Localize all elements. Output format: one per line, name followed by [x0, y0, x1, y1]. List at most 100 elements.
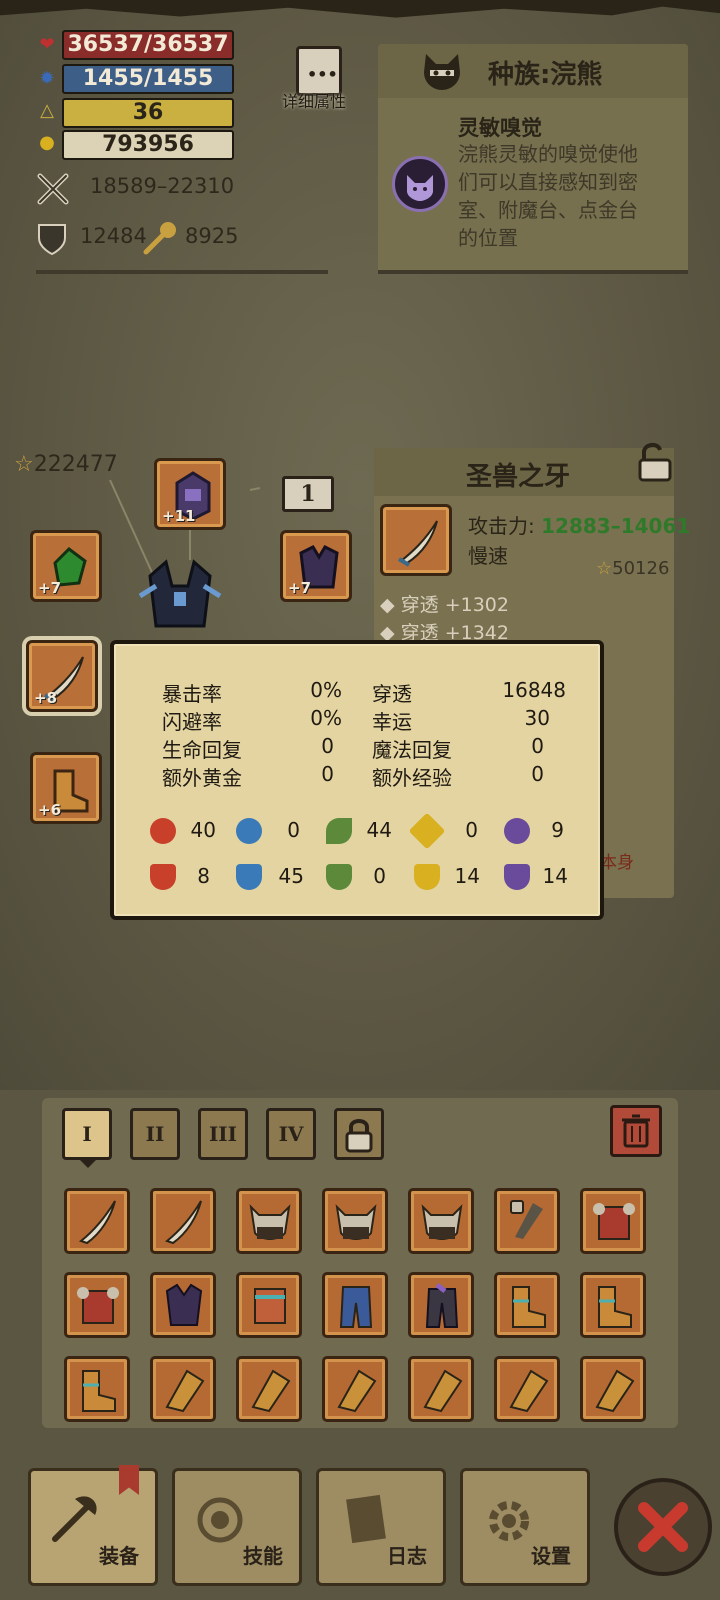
inventory-item[interactable]	[580, 1188, 646, 1254]
nav-log-label: 日志	[387, 1544, 427, 1568]
dark-defense-icon	[504, 864, 530, 890]
magic-wand-icon	[140, 218, 180, 258]
light-attack-value: 0	[465, 818, 478, 842]
inventory-item-locked[interactable]	[494, 1188, 560, 1254]
item-preview-slot	[380, 504, 452, 576]
gauntlet-icon	[595, 1369, 635, 1413]
nature-attack-icon	[326, 818, 352, 844]
gauntlet-icon	[251, 1369, 291, 1413]
inventory-item[interactable]	[580, 1272, 646, 1338]
fang-blade-icon	[164, 1200, 202, 1245]
bookmark-icon	[119, 1465, 139, 1495]
item-score-value: 50126	[612, 558, 670, 579]
shield-icon	[36, 222, 68, 256]
extra-exp-label: 额外经验	[372, 766, 452, 790]
inventory-item[interactable]	[64, 1356, 130, 1422]
horned-helmet-icon	[421, 1204, 463, 1240]
gloves-upgrade-badge: +7	[38, 579, 62, 597]
item-attack-line: 攻击力: 12883–14061	[468, 510, 690, 539]
crit-rate-value: 0%	[310, 678, 342, 702]
item-affix-1: ◆ 穿透 +1302	[380, 590, 509, 617]
active-tab-indicator	[80, 1160, 96, 1168]
defense-value: 12484	[80, 224, 147, 248]
nav-skills-tab[interactable]: 技能	[172, 1468, 302, 1586]
nature-attack-value: 44	[366, 818, 392, 842]
inventory-item[interactable]	[236, 1188, 302, 1254]
inventory-item[interactable]	[64, 1188, 130, 1254]
stats-divider	[36, 270, 328, 274]
crit-rate-label: 暴击率	[162, 682, 222, 706]
luck-label: 幸运	[372, 710, 412, 734]
nav-equipment-tab[interactable]: 装备	[28, 1465, 158, 1586]
affix-bullet-icon: ◆	[380, 594, 401, 616]
item-side-text: 本身	[600, 853, 634, 873]
close-button[interactable]	[614, 1478, 712, 1576]
star-icon: ☆	[14, 452, 34, 477]
inventory-tab-1[interactable]: I	[62, 1108, 112, 1160]
detail-attributes-label: 详细属性	[282, 92, 347, 111]
water-attack-icon	[236, 818, 262, 844]
lock-icon	[345, 1119, 373, 1153]
inventory-item[interactable]	[322, 1188, 388, 1254]
dark-attack-value: 9	[551, 818, 564, 842]
mp-bar: 1455/1455	[62, 64, 234, 94]
weapon-slot[interactable]: +8	[26, 640, 98, 712]
dots-icon: •••	[307, 65, 338, 84]
extra-exp-value: 0	[531, 762, 544, 786]
inventory-item-locked[interactable]	[150, 1272, 216, 1338]
helmet-upgrade-badge: +11	[162, 507, 196, 525]
armor-slot[interactable]: +7	[280, 530, 352, 602]
inventory-item[interactable]	[236, 1356, 302, 1422]
inventory-tab-2[interactable]: II	[130, 1108, 180, 1160]
inventory-item[interactable]	[236, 1272, 302, 1338]
inventory-item[interactable]	[494, 1272, 560, 1338]
nav-settings-tab[interactable]: 设置	[460, 1468, 590, 1586]
luck-value: 30	[524, 706, 550, 730]
item-speed: 慢速	[468, 544, 508, 568]
inventory-item[interactable]	[64, 1272, 130, 1338]
inventory-item[interactable]	[408, 1356, 474, 1422]
inventory-tab-4[interactable]: IV	[266, 1108, 316, 1160]
mp-regen-label: 魔法回复	[372, 738, 452, 762]
inventory-tab-3[interactable]: III	[198, 1108, 248, 1160]
gloves-slot[interactable]: +7	[30, 530, 102, 602]
level-bar: 36	[62, 98, 234, 128]
inventory-item[interactable]	[408, 1188, 474, 1254]
inventory-item[interactable]	[580, 1356, 646, 1422]
boots-icon	[598, 1286, 632, 1328]
boots-icon	[512, 1286, 546, 1328]
inventory-item[interactable]	[150, 1356, 216, 1422]
nav-log-tab[interactable]: 日志	[316, 1468, 446, 1586]
race-title: 种族:浣熊	[488, 60, 603, 90]
fire-attack-icon	[150, 818, 176, 844]
trash-button[interactable]	[610, 1105, 662, 1157]
nav-skills-label: 技能	[243, 1544, 283, 1568]
inventory-item[interactable]	[322, 1356, 388, 1422]
gauntlet-icon	[509, 1369, 549, 1413]
attack-range: 18589–22310	[90, 174, 235, 198]
horned-helmet-icon	[335, 1204, 377, 1240]
dark-pants-icon	[425, 1283, 459, 1328]
boots-slot[interactable]: +6	[30, 752, 102, 824]
fang-blade-icon	[78, 1200, 116, 1245]
helmet-slot[interactable]: +11	[154, 458, 226, 530]
light-defense-icon	[414, 864, 440, 890]
gauntlet-icon	[165, 1369, 205, 1413]
keen-smell-skill-icon[interactable]	[392, 156, 448, 212]
gauntlet-icon	[423, 1369, 463, 1413]
fang-blade-preview-icon	[397, 520, 438, 567]
inventory-tab-locked[interactable]	[334, 1108, 384, 1160]
nature-defense-icon	[326, 864, 352, 890]
inventory-item[interactable]	[322, 1272, 388, 1338]
water-defense-value: 45	[278, 864, 304, 888]
penetration-value: 16848	[502, 678, 566, 702]
unlock-icon[interactable]	[632, 440, 676, 484]
gold-icon: ●	[39, 132, 55, 153]
inventory-item-locked[interactable]	[408, 1272, 474, 1338]
boots-icon	[82, 1370, 116, 1412]
trash-icon	[622, 1114, 650, 1148]
inventory-item[interactable]	[494, 1356, 560, 1422]
inventory-item[interactable]	[150, 1188, 216, 1254]
weapon-upgrade-badge: +8	[34, 689, 58, 707]
floor-number-badge[interactable]: 1	[282, 476, 334, 512]
